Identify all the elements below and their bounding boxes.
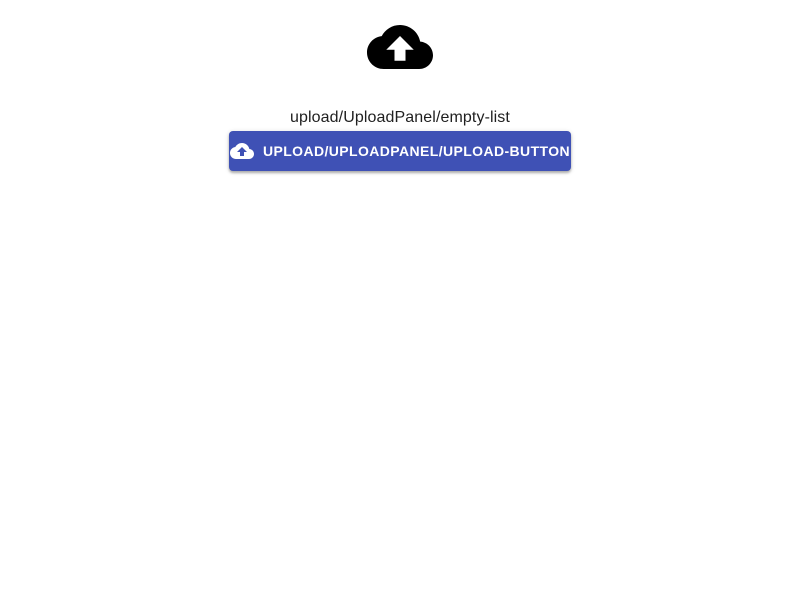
upload-button[interactable]: UPLOAD/UPLOADPANEL/UPLOAD-BUTTON [229, 131, 571, 171]
upload-button-label: UPLOAD/UPLOADPANEL/UPLOAD-BUTTON [262, 143, 571, 159]
cloud-upload-icon [229, 139, 254, 163]
upload-panel: upload/UploadPanel/empty-list UPLOAD/UPL… [0, 0, 800, 600]
cloud-upload-icon [358, 14, 442, 80]
empty-list-message: upload/UploadPanel/empty-list [290, 109, 510, 126]
